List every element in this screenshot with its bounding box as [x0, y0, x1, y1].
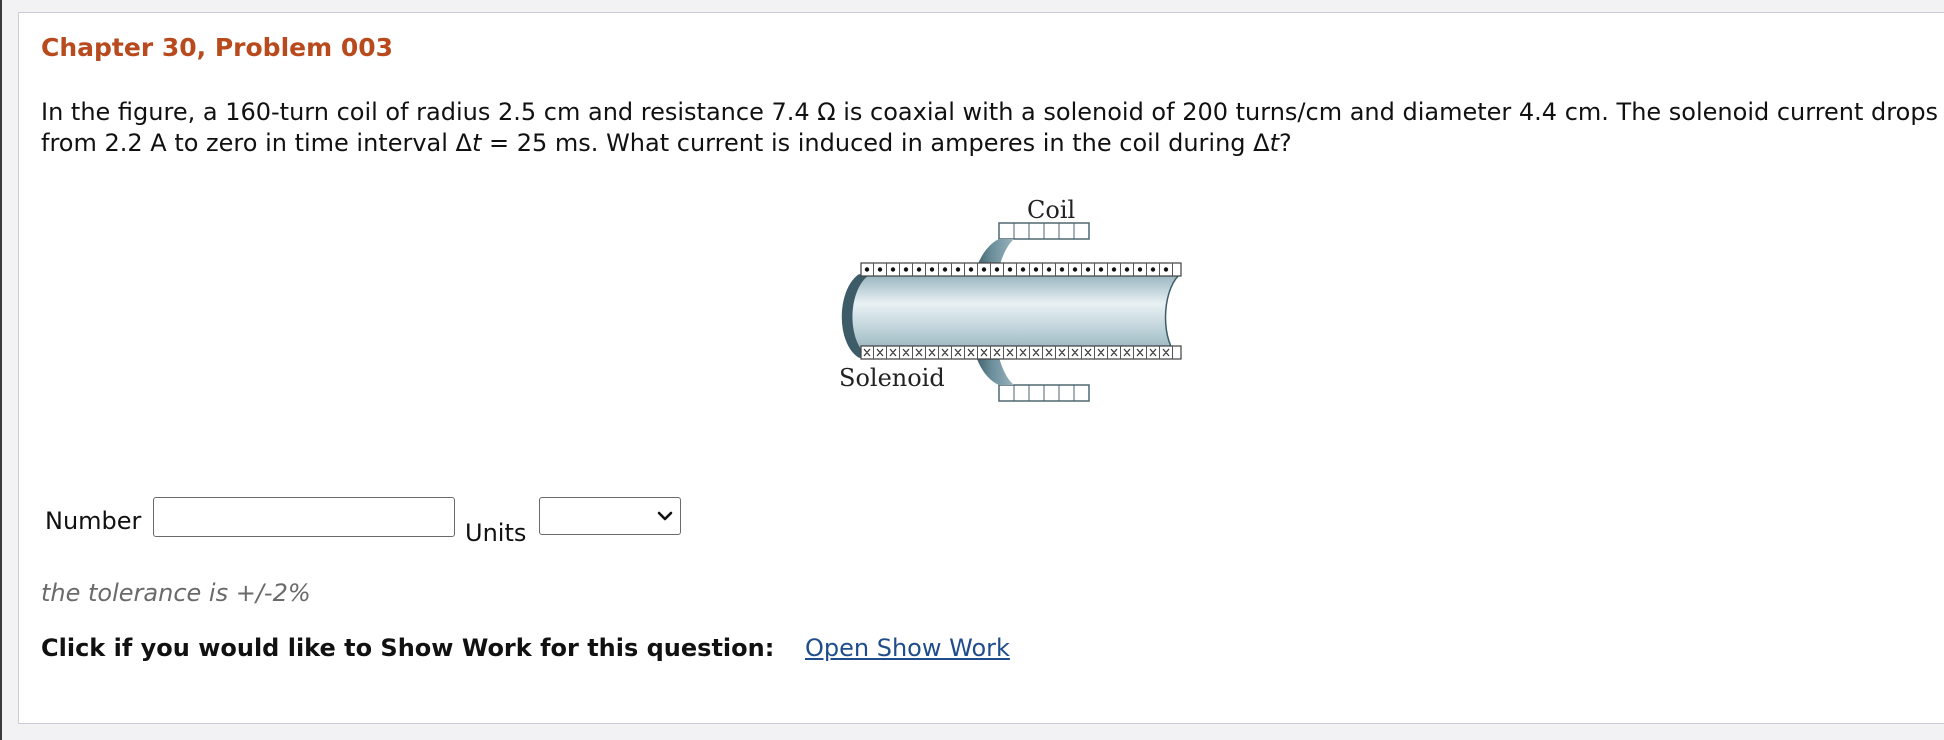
coil-top-windings — [998, 222, 1090, 240]
window-left-border — [0, 0, 2, 740]
number-label: Number — [45, 507, 142, 535]
solenoid-label: Solenoid — [839, 364, 945, 392]
coil-label: Coil — [1027, 196, 1075, 224]
solenoid-bottom-windings — [860, 345, 1182, 360]
tolerance-note: the tolerance is +/-2% — [41, 579, 311, 607]
number-input[interactable] — [153, 497, 455, 537]
solenoid-tube — [841, 274, 1182, 358]
chevron-down-icon — [657, 511, 673, 521]
solenoid-top-windings — [860, 262, 1182, 277]
problem-text-part3: ? — [1279, 129, 1292, 157]
units-select[interactable] — [539, 497, 681, 535]
problem-text-part2: = 25 ms. What current is induced in ampe… — [481, 129, 1270, 157]
show-work-prompt: Click if you would like to Show Work for… — [41, 634, 775, 662]
question-panel: Chapter 30, Problem 003 In the figure, a… — [18, 12, 1944, 724]
variable-t: t — [471, 129, 482, 157]
problem-title: Chapter 30, Problem 003 — [41, 33, 394, 62]
open-show-work-link[interactable]: Open Show Work — [805, 634, 1010, 662]
variable-t: t — [1269, 129, 1280, 157]
coil-solenoid-figure: Coil Solenoid — [839, 196, 1182, 402]
units-label: Units — [465, 519, 527, 547]
coil-bottom-windings — [998, 384, 1090, 402]
problem-statement: In the figure, a 160-turn coil of radius… — [41, 97, 1941, 159]
